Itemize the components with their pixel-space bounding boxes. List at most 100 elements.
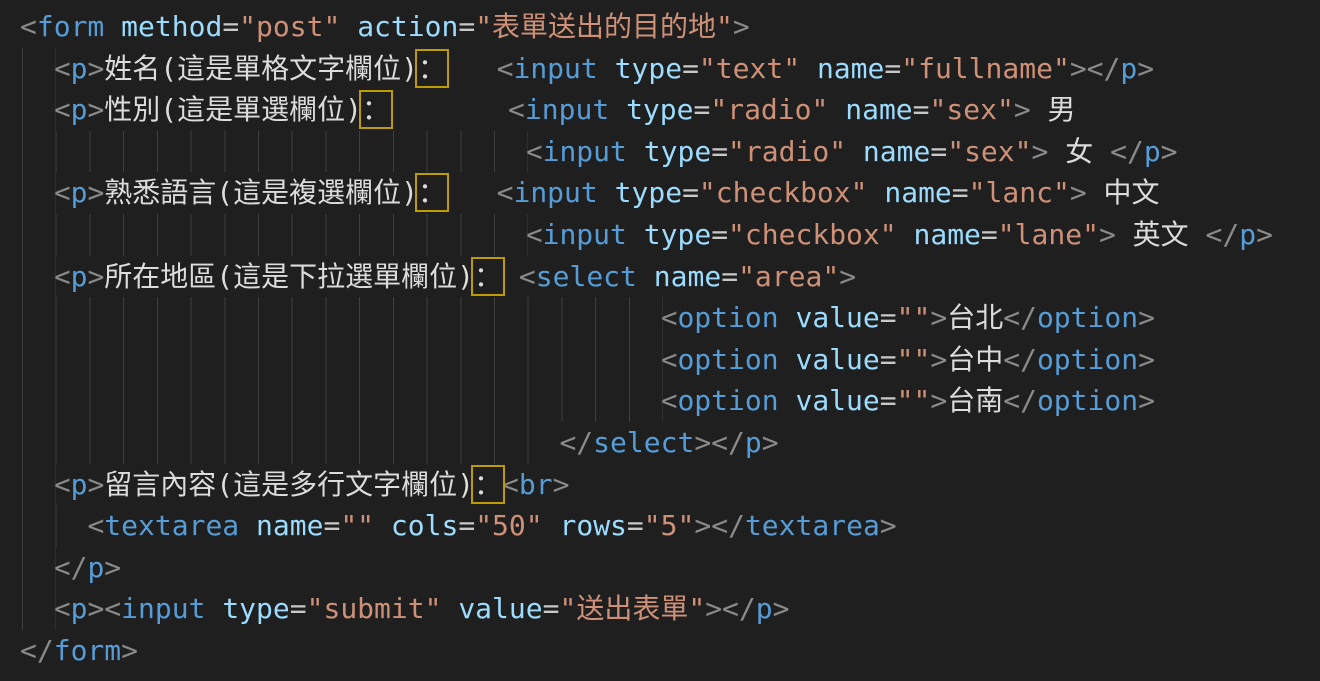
code-line[interactable]: <option value="">台中</option> (20, 339, 1320, 381)
code-line[interactable]: <input type="checkbox" name="lane"> 英文 <… (20, 214, 1320, 256)
code-token (446, 176, 497, 209)
code-line[interactable]: <p>姓名(這是單格文字欄位)： <input type="text" name… (20, 48, 1320, 90)
code-token: "checkbox" (728, 218, 897, 251)
code-token: name (863, 135, 930, 168)
code-token: 女 (1048, 135, 1110, 168)
code-token: input (543, 218, 627, 251)
code-token: ></ (705, 592, 756, 625)
code-token: </ (559, 426, 593, 459)
code-token: > (1137, 52, 1154, 85)
code-area[interactable]: <form method="post" action="表單送出的目的地"> <… (0, 0, 1320, 681)
indent-guide (22, 172, 56, 214)
code-token: "checkbox" (699, 176, 868, 209)
code-line[interactable]: <input type="radio" name="sex"> 女 </p> (20, 131, 1320, 173)
code-token: = (880, 301, 897, 334)
code-token (609, 93, 626, 126)
code-token: 留言內容(這是多行文字欄位) (104, 468, 474, 501)
code-token: p (1239, 218, 1256, 251)
code-line[interactable]: <p><input type="submit" value="送出表單"></p… (20, 588, 1320, 630)
code-token: name (845, 93, 912, 126)
code-token (897, 218, 914, 251)
code-token (868, 176, 885, 209)
code-token: method (121, 10, 222, 43)
code-token: < (87, 509, 104, 542)
unicode-highlight-box: ： (362, 93, 390, 126)
code-line[interactable]: <p>留言內容(這是多行文字欄位)：<br> (20, 464, 1320, 506)
code-line[interactable]: <option value="">台南</option> (20, 380, 1320, 422)
code-line[interactable]: <form method="post" action="表單送出的目的地"> (20, 6, 1320, 48)
code-token: > (87, 176, 104, 209)
code-token: option (1037, 301, 1138, 334)
code-token: > (733, 10, 750, 43)
code-token: = (290, 592, 307, 625)
code-token: > (87, 260, 104, 293)
code-token: < (661, 343, 678, 376)
indent-guide (22, 131, 528, 173)
code-token: p (71, 260, 88, 293)
code-token: 熟悉語言(這是複選欄位) (104, 176, 418, 209)
code-line[interactable]: </form> (20, 630, 1320, 672)
code-token: </ (20, 634, 54, 667)
indent-guide (22, 89, 56, 131)
code-token: = (627, 509, 644, 542)
code-token: option (677, 301, 778, 334)
code-token: < (54, 260, 71, 293)
code-token: p (87, 551, 104, 584)
code-token: < (54, 93, 71, 126)
indent-guide (22, 464, 56, 506)
code-token: = (682, 176, 699, 209)
code-token: > (773, 592, 790, 625)
code-token: > (1070, 176, 1087, 209)
code-token (340, 10, 357, 43)
code-token: "表單送出的目的地" (475, 10, 733, 43)
code-line[interactable]: <p>性別(這是單選欄位)： <input type="radio" name=… (20, 89, 1320, 131)
code-token: option (677, 384, 778, 417)
indent-guide (22, 48, 56, 90)
code-line[interactable]: <option value="">台北</option> (20, 297, 1320, 339)
code-token: 中文 (1087, 176, 1160, 209)
code-token: > (1138, 301, 1155, 334)
code-token: p (71, 52, 88, 85)
code-token: type (626, 93, 693, 126)
code-token: = (880, 343, 897, 376)
code-token: > (1014, 93, 1031, 126)
code-token: > (1161, 135, 1178, 168)
code-token: "50" (475, 509, 542, 542)
code-token: input (543, 135, 627, 168)
code-token: form (37, 10, 104, 43)
code-token: option (1037, 343, 1138, 376)
code-token: = (458, 509, 475, 542)
code-line[interactable]: </p> (20, 547, 1320, 589)
code-token: < (661, 384, 678, 417)
indent-guide (22, 588, 56, 630)
code-token (374, 509, 391, 542)
unicode-highlight-box: ： (474, 260, 502, 293)
code-token: "lane" (998, 218, 1099, 251)
code-token: "" (897, 343, 931, 376)
code-token: "" (897, 384, 931, 417)
code-token: < (54, 592, 71, 625)
code-token: < (526, 218, 543, 251)
code-token: "post" (239, 10, 340, 43)
code-token: = (222, 10, 239, 43)
code-line[interactable]: <p>所在地區(這是下拉選單欄位)： <select name="area"> (20, 256, 1320, 298)
code-token: value (795, 384, 879, 417)
indent-guide (22, 380, 663, 422)
code-token: = (952, 176, 969, 209)
code-token: input (121, 592, 205, 625)
code-token: > (1138, 384, 1155, 417)
code-token: textarea (104, 509, 239, 542)
code-token: </ (54, 551, 88, 584)
code-token (104, 10, 121, 43)
code-token: = (458, 10, 475, 43)
code-line[interactable]: </select></p> (20, 422, 1320, 464)
code-token: name (884, 176, 951, 209)
code-line[interactable]: <p>熟悉語言(這是複選欄位)： <input type="checkbox" … (20, 172, 1320, 214)
code-token: cols (391, 509, 458, 542)
code-token: "" (897, 301, 931, 334)
code-token: > (880, 509, 897, 542)
code-line[interactable]: <textarea name="" cols="50" rows="5"></t… (20, 505, 1320, 547)
code-token: < (526, 135, 543, 168)
code-token: = (543, 592, 560, 625)
code-token: type (615, 176, 682, 209)
